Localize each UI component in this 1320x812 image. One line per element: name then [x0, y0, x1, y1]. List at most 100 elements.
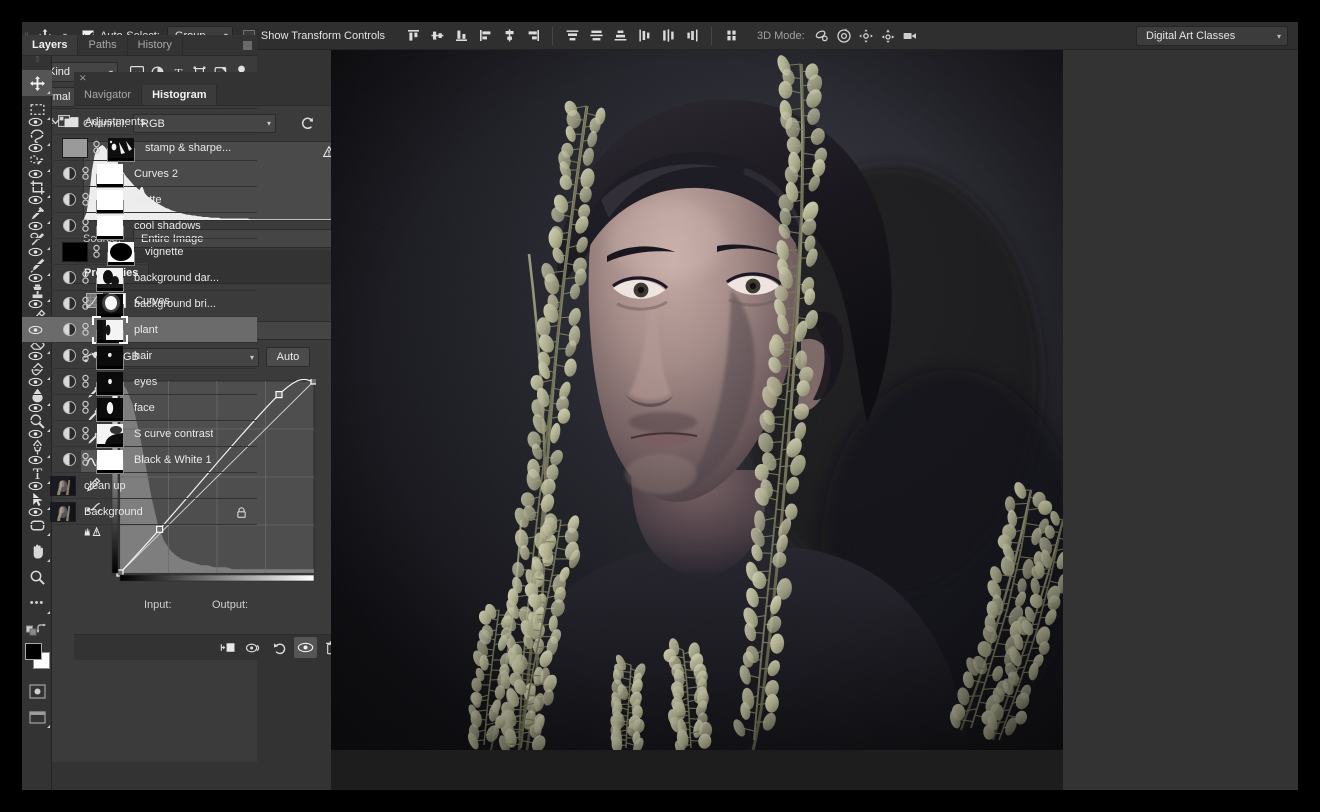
- layer-row[interactable]: face: [22, 395, 257, 421]
- layer-thumbnail[interactable]: [48, 476, 78, 496]
- layer-name[interactable]: hair: [134, 350, 152, 362]
- distribute-top-edges-icon[interactable]: [560, 24, 584, 48]
- layer-mask-link-icon[interactable]: [79, 270, 92, 285]
- camera-3d-icon[interactable]: [899, 25, 921, 47]
- adjustment-icon[interactable]: [60, 167, 79, 180]
- adjustment-icon[interactable]: [60, 297, 79, 310]
- layer-row[interactable]: S curve contrast: [22, 421, 257, 447]
- layer-mask-thumbnail[interactable]: [92, 346, 128, 366]
- layer-mask-link-icon[interactable]: [79, 296, 92, 311]
- close-icon[interactable]: ✕: [79, 73, 87, 84]
- layer-row[interactable]: Curves 2: [22, 161, 257, 187]
- layer-visibility-toggle[interactable]: [22, 161, 48, 187]
- tab-navigator[interactable]: Navigator: [74, 85, 142, 105]
- layer-mask-link-icon[interactable]: [79, 426, 92, 441]
- align-right-edges-icon[interactable]: [521, 24, 545, 48]
- align-vertical-centers-icon[interactable]: [425, 24, 449, 48]
- distribute-right-edges-icon[interactable]: [680, 24, 704, 48]
- align-left-edges-icon[interactable]: [473, 24, 497, 48]
- slide-3d-icon[interactable]: [877, 25, 899, 47]
- distribute-bottom-edges-icon[interactable]: [608, 24, 632, 48]
- align-top-edges-icon[interactable]: [401, 24, 425, 48]
- panel-menu-icon[interactable]: [243, 41, 252, 50]
- layer-name[interactable]: eyes: [134, 376, 157, 388]
- layer-name[interactable]: plant: [134, 324, 158, 336]
- layer-visibility-toggle[interactable]: [22, 395, 48, 421]
- layer-visibility-toggle[interactable]: [22, 317, 48, 343]
- layer-mask-link-icon[interactable]: [79, 322, 92, 337]
- tab-histogram[interactable]: Histogram: [142, 85, 217, 105]
- layer-row[interactable]: background bri...: [22, 291, 257, 317]
- layer-visibility-toggle[interactable]: [22, 343, 48, 369]
- layer-mask-thumbnail[interactable]: [92, 164, 128, 184]
- align-horizontal-centers-icon[interactable]: [497, 24, 521, 48]
- document-canvas[interactable]: [331, 50, 1063, 790]
- adjustment-icon[interactable]: [60, 453, 79, 466]
- layer-mask-link-icon[interactable]: [79, 166, 92, 181]
- distribute-vertical-centers-icon[interactable]: [584, 24, 608, 48]
- layer-mask-thumbnail[interactable]: [92, 320, 128, 340]
- group-expand-chevron-icon[interactable]: [48, 117, 62, 126]
- layer-visibility-toggle[interactable]: [22, 239, 48, 265]
- layer-mask-link-icon[interactable]: [90, 140, 103, 155]
- layer-mask-thumbnail[interactable]: [103, 138, 139, 158]
- layer-row[interactable]: Adjustments: [22, 109, 257, 135]
- layer-mask-thumbnail[interactable]: [92, 294, 128, 314]
- layer-name[interactable]: background bri...: [134, 298, 216, 310]
- layer-name[interactable]: clean up: [84, 480, 126, 492]
- tab-paths[interactable]: Paths: [78, 35, 127, 55]
- layer-visibility-toggle[interactable]: [22, 187, 48, 213]
- adjustment-icon[interactable]: [60, 375, 79, 388]
- refresh-icon[interactable]: [298, 115, 316, 133]
- layer-visibility-toggle[interactable]: [22, 109, 48, 135]
- adjustment-icon[interactable]: [60, 193, 79, 206]
- layer-visibility-toggle[interactable]: [22, 421, 48, 447]
- reset-adjustment-button[interactable]: [268, 637, 291, 658]
- layer-visibility-toggle[interactable]: [22, 213, 48, 239]
- workspace-switcher[interactable]: Digital Art Classes ▾: [1136, 26, 1288, 46]
- layer-mask-link-icon[interactable]: [79, 400, 92, 415]
- layer-name[interactable]: cool shadows: [134, 220, 201, 232]
- layer-name[interactable]: S curve contrast: [134, 428, 213, 440]
- layer-mask-thumbnail[interactable]: [92, 372, 128, 392]
- layer-thumbnail[interactable]: [60, 138, 90, 158]
- layer-name[interactable]: Adjustments: [85, 116, 146, 128]
- align-options-icon[interactable]: [719, 24, 743, 48]
- layer-row[interactable]: stamp & sharpe...: [22, 135, 257, 161]
- layer-name[interactable]: matte: [134, 194, 162, 206]
- layer-name[interactable]: stamp & sharpe...: [145, 142, 231, 154]
- layer-visibility-toggle[interactable]: [22, 291, 48, 317]
- layer-row[interactable]: matte: [22, 187, 257, 213]
- pan-3d-icon[interactable]: [855, 25, 877, 47]
- layer-mask-thumbnail[interactable]: [92, 216, 128, 236]
- layer-visibility-toggle[interactable]: [22, 265, 48, 291]
- layer-thumbnail[interactable]: [60, 242, 90, 262]
- layer-row[interactable]: vignette: [22, 239, 257, 265]
- histogram-panel-grip[interactable]: ✕ «: [74, 72, 350, 85]
- layer-mask-link-icon[interactable]: [79, 192, 92, 207]
- layer-visibility-toggle[interactable]: [22, 499, 48, 525]
- adjustment-icon[interactable]: [60, 349, 79, 362]
- layer-mask-link-icon[interactable]: [90, 244, 103, 259]
- layer-mask-thumbnail[interactable]: [92, 450, 128, 470]
- layer-name[interactable]: Background: [84, 506, 143, 518]
- adjustment-icon[interactable]: [60, 219, 79, 232]
- layer-thumbnail[interactable]: [48, 502, 78, 522]
- adjustment-icon[interactable]: [60, 323, 79, 336]
- layer-mask-thumbnail[interactable]: [103, 242, 139, 262]
- layer-row[interactable]: hair: [22, 343, 257, 369]
- layer-row[interactable]: plant: [22, 317, 257, 343]
- layer-name[interactable]: Curves 2: [134, 168, 178, 180]
- layer-name[interactable]: Black & White 1: [134, 454, 212, 466]
- layer-mask-thumbnail[interactable]: [92, 190, 128, 210]
- layer-visibility-toggle[interactable]: [22, 369, 48, 395]
- layer-mask-thumbnail[interactable]: [92, 398, 128, 418]
- adjustment-icon[interactable]: [60, 401, 79, 414]
- tab-layers[interactable]: Layers: [22, 35, 78, 55]
- layer-name[interactable]: vignette: [145, 246, 184, 258]
- orbit-3d-icon[interactable]: [811, 25, 833, 47]
- layer-row[interactable]: background dar...: [22, 265, 257, 291]
- layer-mask-thumbnail[interactable]: [92, 268, 128, 288]
- layer-row[interactable]: clean up: [22, 473, 257, 499]
- layer-row[interactable]: eyes: [22, 369, 257, 395]
